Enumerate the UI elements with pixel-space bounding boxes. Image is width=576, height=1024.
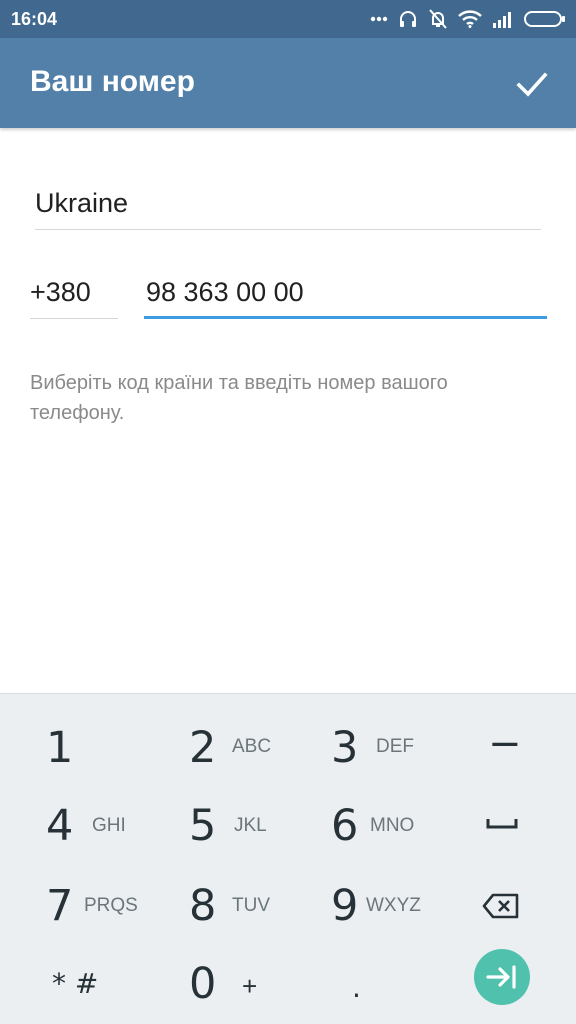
- country-value: Ukraine: [35, 188, 129, 218]
- more-dots-icon: [370, 16, 388, 22]
- status-time: 16:04: [11, 9, 58, 29]
- key-6[interactable]: 6 MNO: [288, 783, 432, 863]
- key-digit: 6: [331, 801, 359, 851]
- hint-text: Виберіть код країни та введіть номер ваш…: [30, 372, 448, 424]
- key-digit: 4: [46, 801, 74, 851]
- key-4[interactable]: 4 GHI: [0, 783, 144, 863]
- key-letters: +: [242, 971, 258, 1001]
- key-8[interactable]: 8 TUV: [144, 863, 288, 943]
- key-2[interactable]: 2 ABC: [144, 703, 288, 783]
- dot-symbol: .: [352, 971, 361, 1004]
- key-7[interactable]: 7 PRQS: [0, 863, 144, 943]
- backspace-icon: [482, 893, 519, 919]
- done-button[interactable]: [512, 64, 552, 104]
- key-letters: WXYZ: [366, 895, 421, 916]
- key-letters: GHI: [92, 815, 126, 836]
- country-code-field[interactable]: +380: [30, 268, 118, 319]
- country-field[interactable]: Ukraine: [35, 178, 541, 230]
- next-arrow-icon: [486, 965, 516, 989]
- phone-number-input[interactable]: 98 363 00 00: [144, 268, 547, 319]
- key-3[interactable]: 3 DEF: [288, 703, 432, 783]
- key-9[interactable]: 9 WXYZ: [288, 863, 432, 943]
- key-star-hash[interactable]: * #: [0, 943, 144, 1023]
- key-1[interactable]: 1: [0, 703, 144, 783]
- key-5[interactable]: 5 JKL: [144, 783, 288, 863]
- key-digit: 0: [189, 959, 217, 1009]
- key-dot[interactable]: .: [288, 943, 432, 1023]
- app-bar: Ваш номер: [0, 38, 576, 128]
- headphones-icon: [400, 11, 416, 27]
- key-digit: 2: [189, 723, 217, 773]
- key-digit: 9: [331, 881, 359, 931]
- check-icon: [516, 72, 548, 97]
- key-letters: JKL: [234, 815, 267, 836]
- key-digit: 7: [46, 881, 74, 931]
- status-icons: [370, 6, 566, 32]
- status-bar: 16:04: [0, 0, 576, 38]
- next-button[interactable]: [474, 949, 530, 1005]
- battery-icon: [524, 11, 565, 27]
- dash-symbol: −: [488, 721, 522, 767]
- key-0[interactable]: 0 +: [144, 943, 288, 1023]
- key-letters: ABC: [232, 736, 272, 757]
- page-title: Ваш номер: [30, 65, 195, 98]
- phone-number-value: 98 363 00 00: [146, 277, 304, 307]
- key-dash[interactable]: −: [432, 703, 576, 783]
- key-digit: 8: [189, 881, 217, 931]
- key-space[interactable]: [432, 783, 576, 863]
- key-digit: 5: [189, 801, 217, 851]
- key-backspace[interactable]: [432, 863, 576, 943]
- key-letters: PRQS: [84, 895, 138, 916]
- bell-off-icon: [429, 9, 447, 29]
- wifi-icon: [458, 10, 482, 28]
- space-icon: [486, 819, 518, 829]
- key-digit: 1: [46, 723, 74, 773]
- signal-icon: [493, 12, 511, 28]
- key-letters: MNO: [370, 815, 415, 836]
- star-hash-symbol: * #: [52, 967, 99, 1000]
- country-code-value: +380: [30, 277, 91, 307]
- key-letters: TUV: [232, 895, 270, 916]
- key-letters: DEF: [376, 736, 414, 757]
- key-digit: 3: [331, 723, 359, 773]
